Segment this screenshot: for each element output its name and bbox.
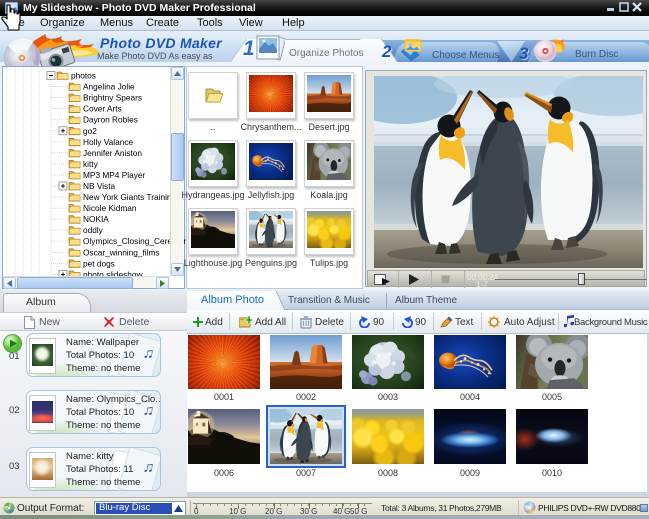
svg-text:New York Giants Training (: New York Giants Training ( bbox=[83, 192, 181, 202]
svg-text:Oscar_winning_films: Oscar_winning_films bbox=[83, 247, 160, 257]
svg-text:NB Vista: NB Vista bbox=[83, 181, 116, 191]
svg-text:pet dogs: pet dogs bbox=[83, 258, 115, 268]
svg-text:Angelina Jolie: Angelina Jolie bbox=[83, 82, 135, 92]
svg-text:NOKIA: NOKIA bbox=[83, 214, 109, 224]
svg-text:kitty: kitty bbox=[83, 159, 99, 169]
svg-text:Brightny Spears: Brightny Spears bbox=[83, 93, 142, 103]
svg-text:Dayron Robles: Dayron Robles bbox=[83, 115, 138, 125]
svg-text:Nicole Kidman: Nicole Kidman bbox=[83, 203, 137, 213]
svg-text:Holly Valance: Holly Valance bbox=[83, 137, 133, 147]
svg-text:photos: photos bbox=[71, 71, 96, 81]
svg-text:Jennifer Aniston: Jennifer Aniston bbox=[83, 148, 142, 158]
svg-text:oddly: oddly bbox=[83, 225, 104, 235]
svg-text:MP3 MP4 Player: MP3 MP4 Player bbox=[83, 170, 145, 180]
svg-text:go2: go2 bbox=[83, 126, 97, 136]
svg-text:Cover Arts: Cover Arts bbox=[83, 104, 122, 114]
